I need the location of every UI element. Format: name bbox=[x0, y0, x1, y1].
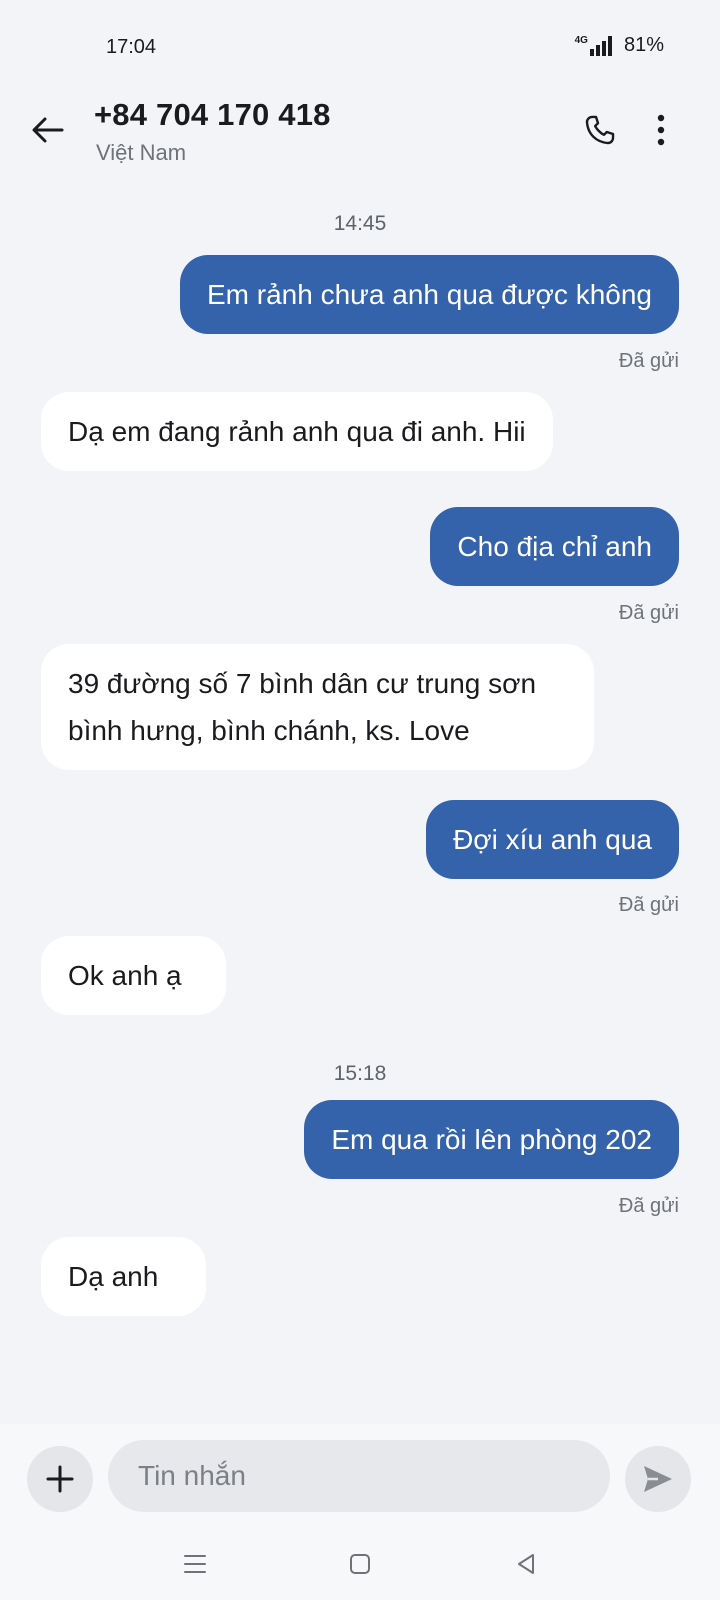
contact-number: +84 704 170 418 bbox=[94, 97, 331, 132]
add-attachment-button[interactable] bbox=[27, 1446, 93, 1512]
network-type: 4G bbox=[574, 34, 588, 46]
message-bubble-incoming[interactable]: Dạ em đang rảnh anh qua đi anh. Hii bbox=[41, 392, 553, 471]
message-bubble-incoming[interactable]: 39 đường số 7 bình dân cư trung sơn bình… bbox=[41, 644, 595, 770]
triangle-back-icon bbox=[518, 1554, 534, 1574]
status-time: 17:04 bbox=[106, 36, 157, 58]
message-bubble-incoming[interactable]: Dạ anh bbox=[41, 1237, 207, 1316]
sent-status: Đã gửi bbox=[618, 602, 679, 624]
more-vert-icon bbox=[657, 114, 665, 146]
conversation-header: +84 704 170 418 Việt Nam bbox=[0, 92, 720, 184]
send-icon bbox=[644, 1466, 672, 1492]
message-input[interactable] bbox=[108, 1440, 610, 1512]
nav-back-button[interactable] bbox=[502, 1540, 550, 1588]
message-bubble-outgoing[interactable]: Đợi xíu anh qua bbox=[426, 800, 679, 879]
sent-status: Đã gửi bbox=[618, 894, 679, 916]
message-bubble-outgoing[interactable]: Cho địa chỉ anh bbox=[430, 507, 679, 586]
send-button[interactable] bbox=[625, 1446, 691, 1512]
sent-status: Đã gửi bbox=[618, 350, 679, 372]
status-bar: 17:04 4G 81% bbox=[0, 0, 720, 92]
nav-home-button[interactable] bbox=[336, 1540, 384, 1588]
time-separator: 15:18 bbox=[333, 1062, 387, 1085]
arrow-left-icon bbox=[32, 117, 64, 143]
time-separator: 14:45 bbox=[333, 212, 387, 235]
nav-menu-button[interactable] bbox=[171, 1540, 219, 1588]
square-icon bbox=[350, 1554, 370, 1574]
menu-icon bbox=[184, 1555, 206, 1573]
plus-icon bbox=[46, 1465, 74, 1493]
signal-icon: 4G bbox=[574, 34, 616, 56]
message-line: 39 đường số 7 bình dân cư trung sơn bbox=[68, 668, 537, 699]
call-button[interactable] bbox=[578, 108, 622, 152]
status-indicators: 4G 81% bbox=[575, 34, 664, 57]
messaging-screen: 17:04 4G 81% +84 704 170 418 Việt Nam 14… bbox=[0, 0, 720, 1600]
contact-country: Việt Nam bbox=[96, 140, 187, 165]
sent-status: Đã gửi bbox=[618, 1195, 679, 1217]
message-bubble-outgoing[interactable]: Em qua rồi lên phòng 202 bbox=[304, 1100, 679, 1179]
more-options-button[interactable] bbox=[646, 108, 676, 152]
battery-percent: 81% bbox=[623, 34, 664, 56]
phone-icon bbox=[585, 115, 615, 145]
back-button[interactable] bbox=[26, 108, 70, 152]
message-bubble-outgoing[interactable]: Em rảnh chưa anh qua được không bbox=[179, 255, 679, 334]
message-bubble-incoming[interactable]: Ok anh ạ bbox=[41, 936, 226, 1015]
message-line: bình hưng, bình chánh, ks. Love bbox=[68, 715, 470, 746]
